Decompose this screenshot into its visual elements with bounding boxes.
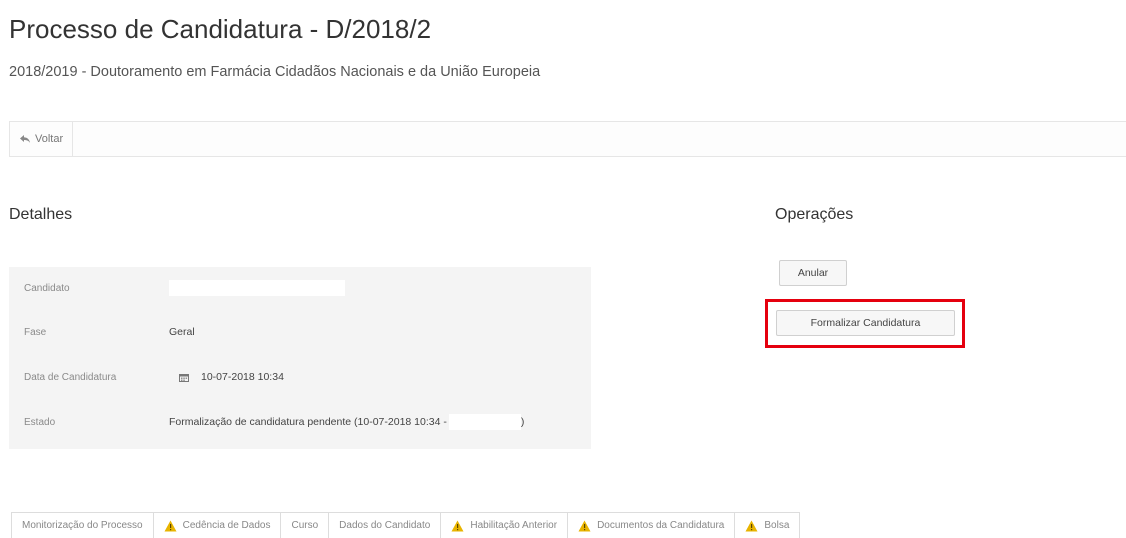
detail-label: Candidato [24, 282, 70, 294]
detail-row-candidate: Candidato [9, 273, 591, 303]
status-value: Formalização de candidatura pendente (10… [169, 416, 447, 428]
tab-label: Bolsa [764, 520, 790, 531]
tab-label: Cedência de Dados [182, 520, 271, 531]
detail-row-date: Data de Candidatura 10-07-2018 10:34 [9, 362, 591, 392]
status-redacted-field [448, 414, 521, 430]
tab-label: Habilitação Anterior [470, 520, 558, 531]
detail-label: Fase [24, 326, 47, 338]
tab-label: Monitorização do Processo [22, 520, 143, 531]
toolbar: Voltar [9, 121, 1126, 157]
warning-icon [578, 520, 591, 532]
detail-value [169, 280, 345, 296]
details-panel: Candidato Fase Geral Data de Candidatura [9, 267, 591, 449]
detail-value: 10-07-2018 10:34 [161, 371, 284, 383]
page-subtitle: 2018/2019 - Doutoramento em Farmácia Cid… [9, 64, 541, 80]
detail-value: Geral [169, 326, 195, 338]
operations-title: Operações [775, 206, 854, 223]
tab-process-monitoring[interactable]: Monitorização do Processo [11, 512, 153, 538]
page-title: Processo de Candidatura - D/2018/2 [9, 14, 432, 44]
date-value: 10-07-2018 10:34 [201, 371, 284, 383]
details-title: Detalhes [9, 206, 73, 223]
status-suffix: ) [520, 416, 525, 428]
warning-icon [451, 520, 464, 532]
tab-scholarship[interactable]: Bolsa [734, 512, 801, 538]
tab-previous-qualification[interactable]: Habilitação Anterior [440, 512, 568, 538]
warning-icon [164, 520, 177, 532]
tab-data-consent[interactable]: Cedência de Dados [152, 512, 281, 538]
candidate-name-field [169, 280, 345, 296]
calendar-icon [179, 373, 189, 382]
detail-label: Data de Candidatura [24, 371, 117, 383]
detail-row-phase: Fase Geral [9, 317, 591, 347]
detail-value: Formalização de candidatura pendente (10… [169, 414, 524, 430]
detail-label: Estado [24, 416, 56, 428]
tab-course[interactable]: Curso [280, 512, 329, 538]
tab-label: Curso [291, 520, 319, 531]
tab-label: Dados do Candidato [339, 520, 431, 531]
tab-application-documents[interactable]: Documentos da Candidatura [567, 512, 735, 538]
formalize-application-button[interactable]: Formalizar Candidatura [776, 310, 955, 336]
tab-candidate-data[interactable]: Dados do Candidato [328, 512, 441, 538]
back-label: Voltar [35, 133, 64, 145]
annul-button[interactable]: Anular [779, 260, 847, 286]
warning-icon [745, 520, 758, 532]
detail-row-status: Estado Formalização de candidatura pende… [9, 407, 591, 437]
back-button[interactable]: Voltar [10, 122, 74, 156]
tab-bar: Monitorização do Processo Cedência de Da… [11, 512, 801, 538]
tab-label: Documentos da Candidatura [597, 520, 725, 531]
reply-arrow-icon [19, 134, 31, 144]
